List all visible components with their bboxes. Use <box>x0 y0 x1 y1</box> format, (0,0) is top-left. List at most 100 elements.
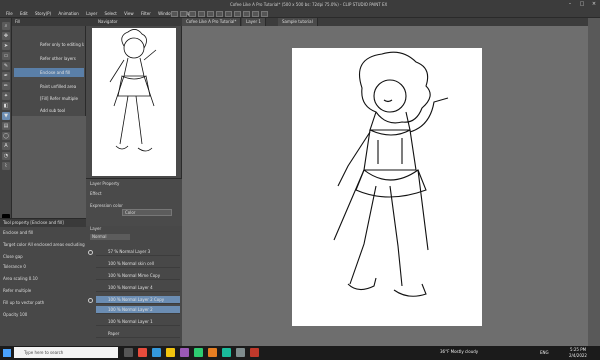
tab-layer-1[interactable]: Layer 1 <box>242 18 266 26</box>
subtool-item[interactable]: Refer other layers <box>14 54 84 63</box>
taskbar-search[interactable]: Type here to search <box>14 347 118 358</box>
gradient-icon[interactable]: ▤ <box>2 122 10 130</box>
app-icon[interactable] <box>208 348 217 357</box>
eyedropper-icon[interactable]: ✎ <box>2 62 10 70</box>
app-icon[interactable] <box>194 348 203 357</box>
navigator-panel: Navigator <box>86 18 182 178</box>
subtool-item[interactable]: [Fill] Refer multiple <box>14 94 84 103</box>
visibility-eye-icon[interactable] <box>88 298 93 303</box>
task-view-icon[interactable] <box>124 348 133 357</box>
command-bar <box>170 10 430 18</box>
app-icon[interactable] <box>222 348 231 357</box>
folder-icon[interactable] <box>166 348 175 357</box>
fill-icon[interactable]: ▼ <box>2 112 10 120</box>
subtool-item[interactable]: Refer only to editing layer <box>14 40 84 49</box>
menu-layer[interactable]: Layer <box>86 9 97 18</box>
maximize-icon[interactable]: □ <box>576 0 588 9</box>
app-icon[interactable] <box>138 348 147 357</box>
transform-icon[interactable] <box>225 11 232 17</box>
layer-row[interactable]: 100 % Normal skin cell <box>96 260 180 268</box>
subtool-header: Fill <box>12 18 86 26</box>
fill-vector-row[interactable]: Fill up to vector path <box>3 299 83 307</box>
subtool-panel: Fill Refer only to editing layer Refer o… <box>12 18 86 116</box>
area-scaling-row[interactable]: Area scaling 0.10 <box>3 275 83 283</box>
tab-main-document[interactable]: Cofee Like A Pro Tutorial* <box>182 18 242 26</box>
close-icon[interactable]: × <box>588 0 600 9</box>
navigator-drawing <box>109 29 157 152</box>
menu-animation[interactable]: Animation <box>58 9 78 18</box>
character-lineart <box>333 51 449 297</box>
opacity-row[interactable]: Opacity 100 <box>3 311 83 319</box>
invert-icon[interactable] <box>243 11 250 17</box>
save-icon[interactable] <box>189 11 196 17</box>
menu-story[interactable]: Story(P) <box>35 9 51 18</box>
undo-icon[interactable] <box>198 11 205 17</box>
figure-icon[interactable]: ◯ <box>2 132 10 140</box>
operation-icon[interactable]: ➤ <box>2 42 10 50</box>
app-icon[interactable] <box>236 348 245 357</box>
menu-select[interactable]: Select <box>105 9 117 18</box>
navigator-thumbnail[interactable] <box>92 28 176 176</box>
refer-multiple-row[interactable]: Refer multiple <box>3 287 83 295</box>
menu-file[interactable]: File <box>6 9 13 18</box>
correct-line-icon[interactable]: ⌇ <box>2 162 10 170</box>
app-icon[interactable] <box>152 348 161 357</box>
layer-row[interactable]: 57 % Normal Layer 3 <box>96 248 180 256</box>
layer-row[interactable]: 100 % Normal Layer 1 <box>96 318 180 326</box>
redo-icon[interactable] <box>207 11 214 17</box>
expression-color-label: Expression color <box>90 203 123 208</box>
layer-row[interactable]: 100 % Normal Layer 2 Copy <box>96 296 180 304</box>
app-icon[interactable] <box>180 348 189 357</box>
layer-row[interactable]: Paper <box>96 330 180 338</box>
tool-palette: ⌕ ✥ ➤ ▭ ✎ ✒ ✏ ✦ ◧ ▼ ▤ ◯ A ◔ ⌇ <box>0 18 13 232</box>
balloon-icon[interactable]: ◔ <box>2 152 10 160</box>
zoom-icon[interactable]: ⌕ <box>2 22 10 30</box>
layer-row[interactable]: 100 % Normal Layer 2 <box>96 306 180 314</box>
navigator-header: Navigator <box>86 18 182 26</box>
selection-icon[interactable]: ▭ <box>2 52 10 60</box>
tool-property-header: Tool property [Enclose and fill] <box>0 219 86 227</box>
document-tabs: Cofee Like A Pro Tutorial* Layer 1 Sampl… <box>182 18 588 26</box>
expression-color-select[interactable]: Color <box>122 209 172 216</box>
new-icon[interactable] <box>171 11 178 17</box>
blend-mode-select[interactable]: Normal <box>90 234 130 240</box>
deselect-icon[interactable] <box>234 11 241 17</box>
snap-icon[interactable] <box>252 11 259 17</box>
tolerance-row[interactable]: Tolerance 0 <box>3 263 83 271</box>
clock-date: 2/4/2022 <box>569 353 587 358</box>
brush-icon[interactable]: ✦ <box>2 92 10 100</box>
windows-start-icon[interactable] <box>3 349 11 357</box>
menu-edit[interactable]: Edit <box>20 9 28 18</box>
open-icon[interactable] <box>180 11 187 17</box>
layer-header: Layer <box>90 226 102 231</box>
text-icon[interactable]: A <box>2 142 10 150</box>
app-icon[interactable] <box>250 348 259 357</box>
language-indicator[interactable]: ENG <box>540 350 549 355</box>
right-scrollbar[interactable] <box>588 18 600 346</box>
pencil-icon[interactable]: ✏ <box>2 82 10 90</box>
eraser-icon[interactable]: ◧ <box>2 102 10 110</box>
pen-icon[interactable]: ✒ <box>2 72 10 80</box>
window-title: Cofee Like A Pro Tutorial* (500 x 500 bs… <box>230 2 388 7</box>
ruler-icon[interactable] <box>261 11 268 17</box>
layer-panel: Layer Normal 57 % Normal Layer 3 100 % N… <box>86 226 182 346</box>
close-gap-row[interactable]: Close gap <box>3 253 83 261</box>
canvas-paper[interactable] <box>292 48 482 326</box>
layer-row[interactable]: 100 % Normal Mime Copy <box>96 272 180 280</box>
target-color-row[interactable]: Target color All enclosed areas excludin… <box>3 241 95 249</box>
minimize-icon[interactable]: – <box>564 0 576 9</box>
move-icon[interactable]: ✥ <box>2 32 10 40</box>
subtool-item[interactable]: Enclose and fill <box>14 68 84 77</box>
layer-property-header: Layer Property <box>90 181 120 186</box>
subtool-item[interactable]: Paint unfilled area <box>14 82 84 91</box>
weather-text[interactable]: 36°F Mostly cloudy <box>440 349 478 354</box>
menu-filter[interactable]: Filter <box>141 9 151 18</box>
clear-icon[interactable] <box>216 11 223 17</box>
tab-sample[interactable]: Sample tutorial <box>278 18 318 26</box>
effect-label: Effect <box>90 191 102 196</box>
menu-view[interactable]: View <box>124 9 134 18</box>
clock[interactable]: 5:25 PM 2/4/2022 <box>558 347 598 359</box>
layer-row[interactable]: 100 % Normal Layer 4 <box>96 284 180 292</box>
visibility-eye-icon[interactable] <box>88 250 93 255</box>
add-subtool-button[interactable]: Add sub tool <box>14 106 84 115</box>
